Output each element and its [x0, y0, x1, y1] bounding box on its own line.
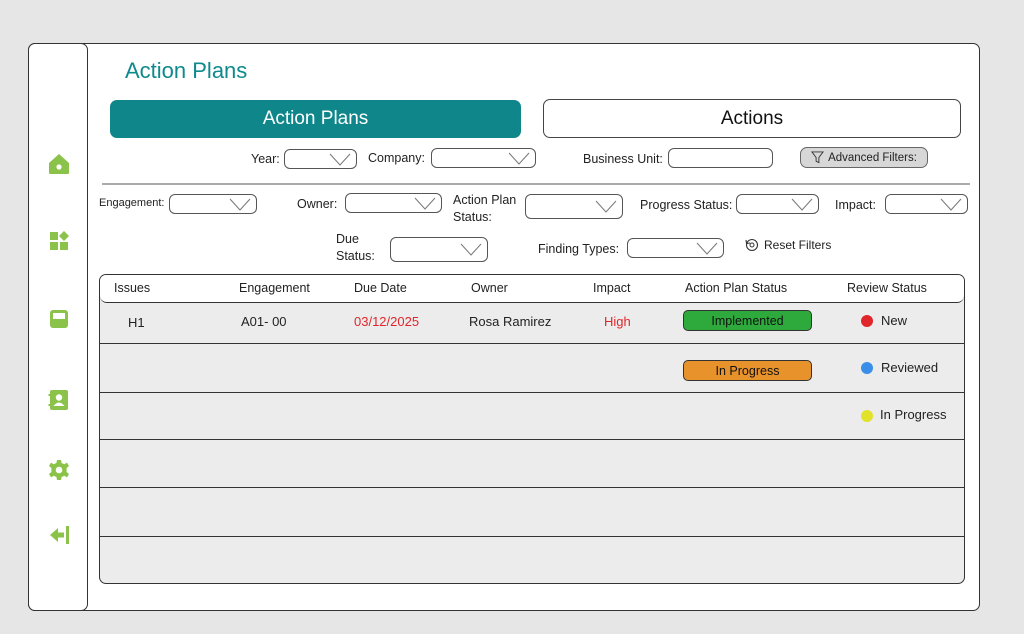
tab-actions[interactable]: Actions [543, 99, 961, 138]
due-status-label-line1: Due [336, 232, 359, 246]
advanced-filters-label: Advanced Filters: [828, 151, 917, 164]
cell-due-date: 03/12/2025 [354, 314, 420, 329]
engagement-label: Engagement: [99, 197, 165, 209]
col-action-plan-status[interactable]: Action Plan Status [685, 281, 787, 295]
reset-icon [745, 238, 759, 252]
chevron-down-icon [791, 196, 813, 212]
chevron-down-icon [696, 240, 718, 256]
row-divider [100, 536, 964, 538]
cell-owner: Rosa Ramirez [469, 314, 552, 329]
logout-icon[interactable] [47, 523, 71, 547]
chevron-down-icon [414, 195, 436, 211]
advanced-filters-button[interactable]: Advanced Filters: [800, 147, 928, 168]
action-plan-status-dropdown[interactable] [525, 194, 623, 219]
year-label: Year: [251, 152, 280, 166]
row-divider [100, 487, 964, 489]
cell-issue: H1 [128, 315, 145, 330]
dashboard-icon[interactable] [47, 229, 71, 253]
col-impact[interactable]: Impact [593, 281, 631, 295]
row-divider [100, 343, 964, 345]
tab-action-plans[interactable]: Action Plans [110, 100, 521, 138]
reset-filters-button[interactable]: Reset Filters [744, 237, 831, 253]
status-badge: Implemented [683, 310, 812, 331]
cell-engagement: A01- 00 [241, 314, 287, 329]
chevron-down-icon [940, 196, 962, 212]
finding-types-dropdown[interactable] [627, 238, 724, 258]
action-plan-status-label: Action Plan Status: [453, 192, 516, 226]
company-label: Company: [368, 151, 425, 165]
review-status-label: In Progress [880, 407, 947, 422]
impact-dropdown[interactable] [885, 194, 968, 214]
chevron-down-icon [329, 151, 351, 167]
chevron-down-icon [508, 150, 530, 166]
filter-icon [811, 151, 825, 164]
sidebar [28, 43, 88, 611]
due-status-dropdown[interactable] [390, 237, 488, 262]
col-engagement[interactable]: Engagement [239, 281, 310, 295]
impact-label: Impact: [835, 198, 876, 212]
col-owner[interactable]: Owner [471, 281, 508, 295]
action-plan-status-label-line1: Action Plan [453, 193, 517, 207]
contacts-icon[interactable] [47, 388, 71, 412]
year-dropdown[interactable] [284, 149, 357, 169]
action-plan-status-label-line2: Status: [453, 209, 492, 224]
row-divider [100, 392, 964, 394]
finding-types-label: Finding Types: [538, 242, 620, 256]
review-status-label: Reviewed [881, 360, 939, 375]
owner-dropdown[interactable] [345, 193, 442, 213]
row-divider [100, 439, 964, 441]
company-dropdown[interactable] [431, 148, 536, 168]
col-due-date[interactable]: Due Date [354, 281, 407, 295]
chevron-down-icon [229, 196, 251, 212]
status-dot-new [861, 315, 873, 327]
cell-impact: High [604, 314, 631, 329]
status-dot-in-progress [861, 410, 873, 422]
progress-status-dropdown[interactable] [736, 194, 819, 214]
chevron-down-icon [595, 198, 617, 214]
business-unit-label: Business Unit: [583, 152, 663, 166]
owner-label: Owner: [297, 197, 338, 211]
engagement-dropdown[interactable] [169, 194, 257, 214]
chevron-down-icon [460, 241, 482, 257]
col-issues[interactable]: Issues [114, 281, 150, 295]
settings-icon[interactable] [47, 458, 71, 482]
status-badge: In Progress [683, 360, 812, 381]
business-unit-input[interactable] [668, 148, 773, 168]
col-review-status[interactable]: Review Status [847, 281, 927, 295]
progress-status-label: Progress Status: [640, 198, 733, 212]
action-plans-table: Issues Engagement Due Date Owner Impact … [99, 274, 965, 584]
inbox-icon[interactable] [47, 307, 71, 331]
page-title: Action Plans [125, 58, 248, 83]
due-status-label-line2: Status: [336, 248, 375, 263]
reset-filters-label: Reset Filters [764, 238, 832, 252]
filters-divider [102, 183, 970, 185]
due-status-label: Due Status: [336, 231, 375, 265]
status-dot-reviewed [861, 362, 873, 374]
home-icon[interactable] [47, 152, 71, 176]
review-status-label: New [881, 313, 908, 328]
table-header: Issues Engagement Due Date Owner Impact … [100, 275, 964, 303]
